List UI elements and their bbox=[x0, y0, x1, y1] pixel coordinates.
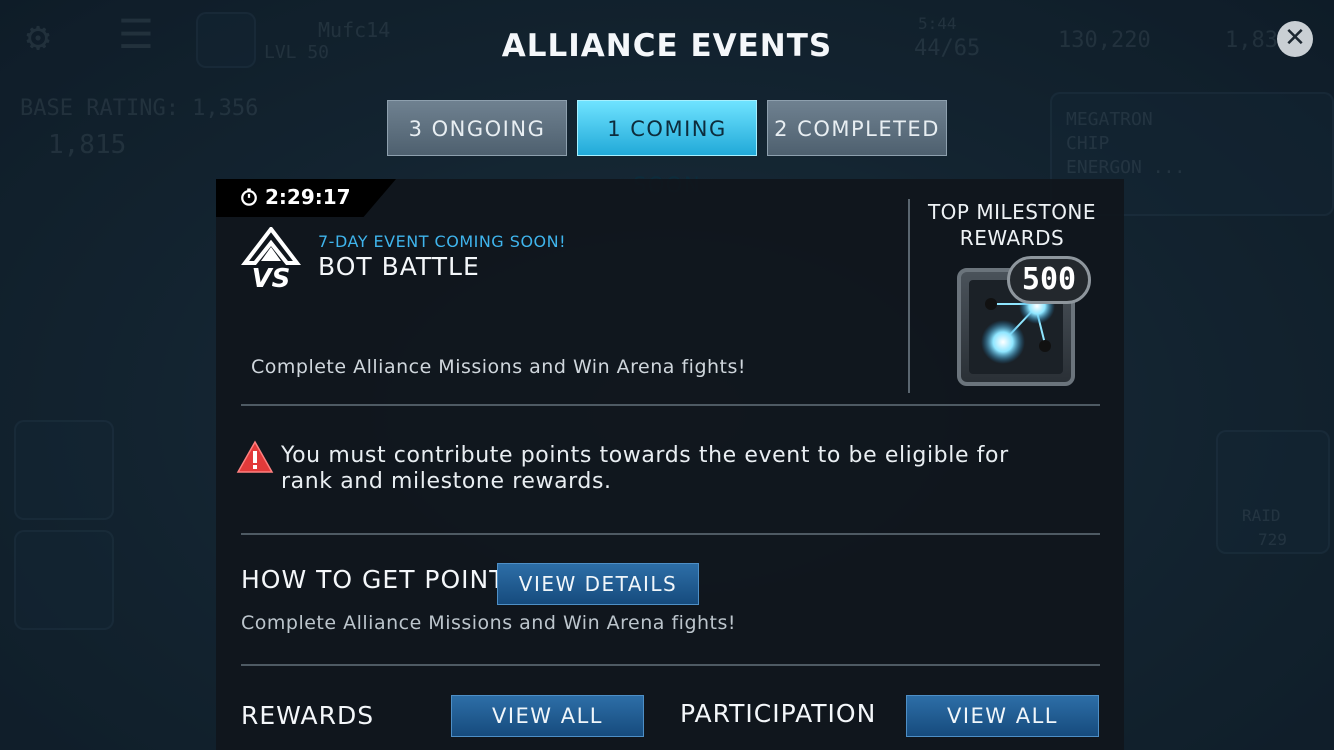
participation-view-all-button[interactable]: VIEW ALL bbox=[906, 695, 1099, 737]
rewards-view-all-button[interactable]: VIEW ALL bbox=[451, 695, 644, 737]
warning-icon bbox=[236, 440, 274, 473]
tab-coming-soon[interactable]: 1 COMING SOON bbox=[577, 100, 757, 197]
versus-logo-icon: VS bbox=[241, 227, 301, 291]
event-tabs: 3 ONGOING 1 COMING SOON 2 COMPLETED bbox=[387, 100, 947, 197]
close-button[interactable]: ✕ bbox=[1277, 21, 1313, 57]
eligibility-warning: You must contribute points towards the e… bbox=[281, 443, 1009, 494]
event-description: Complete Alliance Missions and Win Arena… bbox=[251, 356, 747, 378]
milestone-amount-badge: 500 bbox=[1007, 256, 1091, 304]
svg-text:VS: VS bbox=[252, 264, 291, 291]
close-icon: ✕ bbox=[1284, 23, 1306, 53]
how-to-description: Complete Alliance Missions and Win Arena… bbox=[241, 612, 737, 634]
section-divider bbox=[241, 533, 1100, 535]
milestone-title: TOP MILESTONE REWARDS bbox=[927, 200, 1097, 250]
how-to-get-points-heading: HOW TO GET POINTS bbox=[241, 565, 523, 594]
dialog-title: ALLIANCE EVENTS bbox=[501, 28, 833, 64]
timer-value: 2:29:17 bbox=[265, 185, 351, 209]
section-divider bbox=[241, 664, 1100, 666]
divider bbox=[908, 199, 910, 393]
view-details-button[interactable]: VIEW DETAILS bbox=[497, 563, 699, 605]
tab-completed[interactable]: 2 COMPLETED bbox=[767, 100, 947, 156]
event-subtitle: 7-DAY EVENT COMING SOON! bbox=[318, 232, 567, 251]
rewards-heading: REWARDS bbox=[241, 701, 375, 730]
stopwatch-icon bbox=[241, 188, 257, 206]
tab-ongoing[interactable]: 3 ONGOING bbox=[387, 100, 567, 156]
participation-heading: PARTICIPATION bbox=[680, 699, 877, 728]
section-divider bbox=[241, 404, 1100, 406]
event-name: BOT BATTLE bbox=[318, 252, 480, 281]
